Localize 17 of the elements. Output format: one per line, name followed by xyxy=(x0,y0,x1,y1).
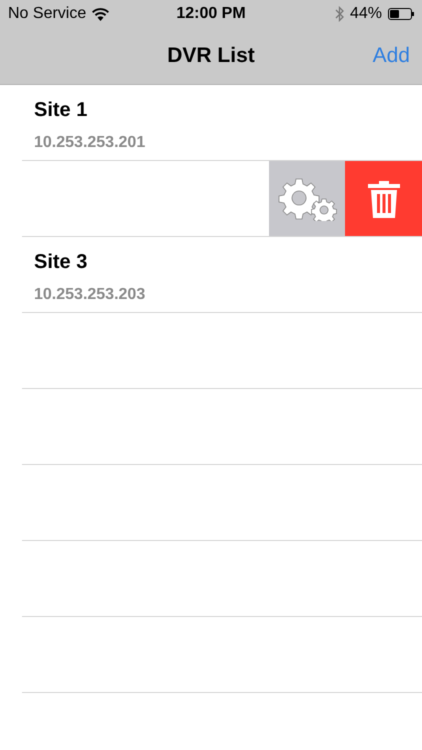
clock-time: 12:00 PM xyxy=(176,4,246,24)
site-name: Site 1 xyxy=(34,98,88,123)
ip-address: 10.253.253.201 xyxy=(34,133,146,153)
site-row[interactable]: Site 3 10.253.253.203 xyxy=(0,237,422,313)
gears-icon xyxy=(276,177,338,221)
carrier-label: No Service xyxy=(8,4,86,24)
bluetooth-icon xyxy=(334,6,344,22)
delete-button[interactable] xyxy=(345,161,422,237)
site-name: Site 3 xyxy=(34,250,88,275)
ip-address: 10.253.253.203 xyxy=(34,285,146,305)
battery-percent: 44% xyxy=(350,4,382,24)
settings-button[interactable] xyxy=(269,161,345,237)
wifi-icon xyxy=(92,8,110,20)
battery-icon xyxy=(388,8,414,20)
site-row[interactable]: Site 1 10.253.253.201 xyxy=(0,85,422,161)
nav-title: DVR List xyxy=(167,43,255,70)
trash-icon xyxy=(366,180,400,218)
